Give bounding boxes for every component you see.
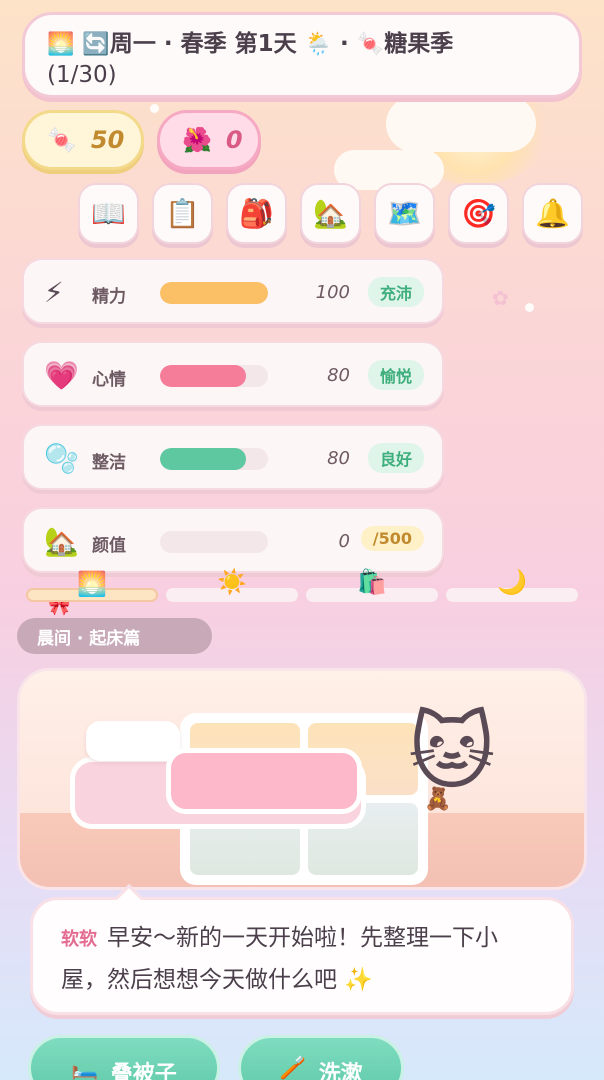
cycle-arrows-icon: 🔄 [82,32,110,57]
wash-up-button[interactable]: 🪥 洗漱 [238,1035,404,1080]
pillow [86,721,180,761]
flower-count: 0 [225,126,243,154]
timeline-segment: 🌅 [26,570,158,602]
timeline-segment: ☀️ [166,568,298,602]
stat-badge: /500 [360,526,424,551]
day-timeline: 🌅 ☀️ 🛍️ 🌙 [26,568,578,602]
map-button[interactable]: 🗺️ [374,183,435,244]
stat-bar-fill [160,365,247,387]
cat-character-icon[interactable]: 🐱 [408,703,496,801]
stat-badge: 充沛 [367,277,424,307]
teddy-bear-icon: 🧸 [424,787,452,812]
stat-value: 80 [327,448,350,469]
stat-bar [160,365,268,387]
house-button[interactable]: 🏡 [300,183,361,244]
status-header: 🌅 🔄周一 · 春季 第1天 🌦️ · 🍬糖果季 (1/30) [22,12,582,98]
moon-icon: 🌙 [497,568,527,596]
fold-quilt-label: 叠被子 [110,1062,177,1080]
backpack-icon: 🎒 [239,197,274,230]
house-icon: 🏡 [313,197,348,230]
book-icon: 📖 [91,197,126,230]
toolbar: 📖 📋 🎒 🏡 🗺️ 🎯 🔔 [78,183,583,244]
fold-quilt-button[interactable]: 🛏️ 叠被子 [28,1035,220,1080]
candy-icon: 🍬 [47,126,77,154]
sun-icon: ☀️ [217,568,247,596]
clipboard-button[interactable]: 📋 [152,183,213,244]
bell-button[interactable]: 🔔 [522,183,583,244]
sparkle-dot [525,303,534,312]
stat-icon: ⚡ [44,276,64,309]
stat-row: ⚡ 精力 100 充沛 [22,258,444,324]
blanket[interactable] [166,748,362,814]
rain-cloud-icon: 🌦️ [304,32,333,57]
stat-bar [160,282,268,304]
book-button[interactable]: 📖 [78,183,139,244]
stat-label: 颜值 [92,536,126,556]
stat-row: 💗 心情 80 愉悦 [22,341,444,407]
stat-label: 心情 [92,370,126,390]
target-button[interactable]: 🎯 [448,183,509,244]
hibiscus-icon: 🌺 [182,126,212,154]
stat-row: 🫧 整洁 80 良好 [22,424,444,490]
flower-counter[interactable]: 🌺 0 [157,110,261,170]
stat-value: 80 [327,365,350,386]
sunrise-icon: 🌅 [47,32,75,57]
map-icon: 🗺️ [387,197,422,230]
dialog-box: 软软 早安～新的一天开始啦！先整理一下小屋，然后想想今天做什么吧 ✨ [30,883,574,1015]
dialog-text: 早安～新的一天开始啦！先整理一下小屋，然后想想今天做什么吧 ✨ [61,925,498,993]
wash-up-label: 洗漱 [318,1062,363,1080]
shopping-bag-icon: 🛍️ [357,568,387,596]
event-label: 糖果季 [384,31,454,57]
bedroom-scene: 🐱 🧸 [17,668,587,890]
bed-icon: 🛏️ [71,1056,99,1080]
backpack-button[interactable]: 🎒 [226,183,287,244]
stat-icon: 💗 [44,359,79,392]
stat-bar [160,448,268,470]
cloud [386,96,536,152]
stat-bar [160,531,268,553]
stat-label: 整洁 [92,453,126,473]
stat-badge: 良好 [367,443,424,473]
toothbrush-icon: 🪥 [279,1056,307,1080]
candy-icon: 🍬 [356,32,385,57]
event-progress: (1/30) [47,62,117,88]
stat-label: 精力 [92,287,126,307]
timeline-segment: 🌙 [446,568,578,602]
sparkle-dot [150,104,159,113]
scene-tag: 晨间 · 起床篇 [17,618,212,654]
stat-bar-fill [160,282,268,304]
flower-deco-icon: ✿ [492,286,509,310]
weekday-label: 周一 [109,31,156,57]
clipboard-icon: 📋 [165,197,200,230]
candy-counter[interactable]: 🍬 50 [22,110,144,170]
stat-row: 🏡 颜值 0/500 [22,507,444,573]
stat-badge: 愉悦 [367,360,424,390]
stat-bar-fill [160,448,247,470]
stat-value: 100 [315,282,350,303]
stat-icon: 🫧 [44,442,79,475]
stat-icon: 🏡 [44,525,79,558]
timeline-segment: 🛍️ [306,568,438,602]
target-icon: 🎯 [461,197,496,230]
candy-count: 50 [90,126,125,154]
season-day-label: 春季 第1天 [180,31,297,57]
morning-icon: 🌅 [77,570,107,598]
stat-value: 0 [338,531,350,552]
bell-icon: 🔔 [535,197,570,230]
speaker-name: 软软 [61,929,97,950]
